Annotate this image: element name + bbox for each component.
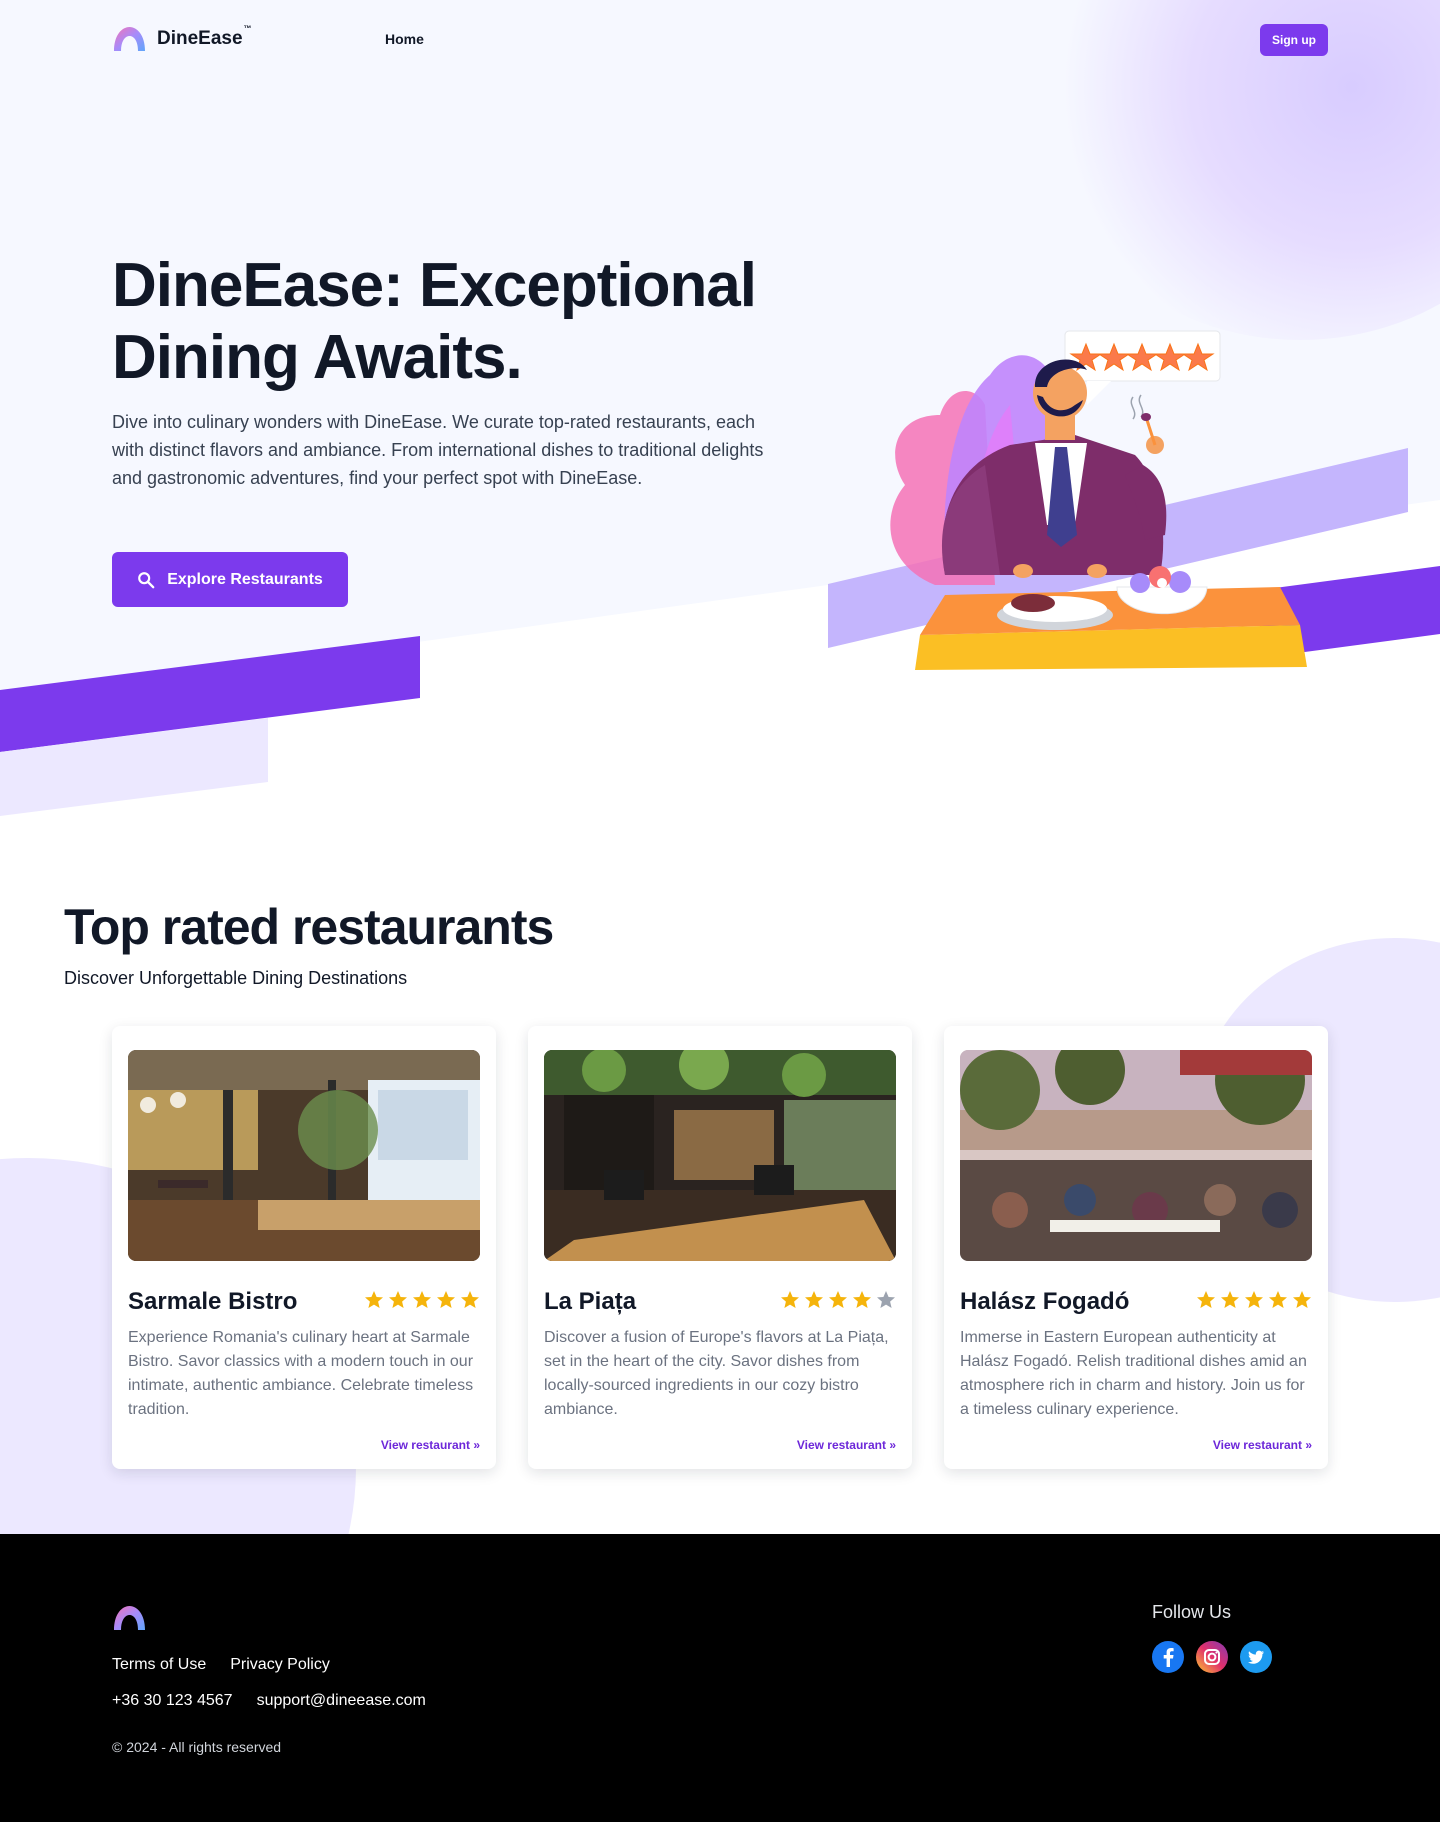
- instagram-icon[interactable]: [1196, 1641, 1228, 1673]
- top-nav: DineEase ™ Home Sign up: [0, 0, 1440, 80]
- support-email[interactable]: support@dineease.com: [257, 1692, 426, 1710]
- restaurant-description: Experience Romania's culinary heart at S…: [128, 1329, 474, 1418]
- view-restaurant-link[interactable]: View restaurant »: [1213, 1438, 1312, 1452]
- view-restaurant-link[interactable]: View restaurant »: [797, 1438, 896, 1452]
- restaurant-description: Discover a fusion of Europe's flavors at…: [544, 1329, 889, 1418]
- footer: Terms of Use Privacy Policy +36 30 123 4…: [0, 1534, 1440, 1822]
- diner-illustration: [890, 330, 1307, 670]
- star-icon: [389, 1291, 407, 1308]
- restaurant-card[interactable]: Halász Fogadó Immerse in Eastern Europea…: [944, 1026, 1328, 1469]
- view-restaurant-link[interactable]: View restaurant »: [381, 1438, 480, 1452]
- star-icon: [1221, 1291, 1239, 1308]
- follow-us-heading: Follow Us: [1152, 1602, 1232, 1622]
- star-rating: [1196, 1290, 1312, 1310]
- twitter-icon[interactable]: [1240, 1641, 1272, 1673]
- phone-number[interactable]: +36 30 123 4567: [112, 1692, 233, 1710]
- star-icon: [853, 1291, 871, 1308]
- explore-restaurants-button[interactable]: Explore Restaurants: [112, 552, 348, 607]
- facebook-icon[interactable]: [1152, 1641, 1184, 1673]
- star-icon: [1245, 1291, 1263, 1308]
- restaurant-name[interactable]: Sarmale Bistro: [128, 1288, 297, 1316]
- terms-link[interactable]: Terms of Use: [112, 1656, 206, 1674]
- star-icon: [1197, 1291, 1215, 1308]
- search-icon: [138, 571, 155, 588]
- star-icon: [877, 1291, 895, 1308]
- brand-name: DineEase ™: [157, 24, 252, 49]
- restaurant-name[interactable]: Halász Fogadó: [960, 1288, 1129, 1316]
- star-icon: [781, 1291, 799, 1308]
- star-icon: [829, 1291, 847, 1308]
- privacy-link[interactable]: Privacy Policy: [230, 1656, 330, 1674]
- restaurant-photo[interactable]: [128, 1050, 480, 1261]
- restaurant-description: Immerse in Eastern European authenticity…: [960, 1329, 1307, 1418]
- nav-home-link[interactable]: Home: [385, 31, 424, 47]
- restaurant-card[interactable]: La Piața Discover a fusion of Europe's f…: [528, 1026, 912, 1469]
- section-title: Top rated restaurants: [64, 899, 554, 955]
- star-icon: [365, 1291, 383, 1308]
- star-icon: [461, 1291, 479, 1308]
- brand-logo[interactable]: DineEase ™: [112, 24, 252, 53]
- section-subtitle: Discover Unforgettable Dining Destinatio…: [64, 968, 408, 988]
- restaurant-photo[interactable]: [960, 1050, 1312, 1261]
- explore-button-label: Explore Restaurants: [167, 570, 323, 588]
- star-rating: [364, 1290, 480, 1310]
- hero-title: DineEase: Exceptional Dining Awaits.: [112, 251, 757, 392]
- footer-links: Terms of Use Privacy Policy: [112, 1656, 330, 1674]
- restaurant-cards: Sarmale Bistro Experience Romania's culi…: [112, 1026, 1328, 1469]
- restaurant-name[interactable]: La Piața: [544, 1288, 636, 1316]
- restaurant-photo[interactable]: [544, 1050, 896, 1261]
- logo-icon: [114, 27, 145, 51]
- star-icon: [1293, 1291, 1311, 1308]
- footer-contact: +36 30 123 4567 support@dineease.com: [112, 1692, 426, 1710]
- star-icon: [437, 1291, 455, 1308]
- social-links: [1152, 1641, 1272, 1673]
- star-icon: [805, 1291, 823, 1308]
- hero-description: Dive into culinary wonders with DineEase…: [112, 412, 764, 488]
- copyright: © 2024 - All rights reserved: [112, 1739, 282, 1755]
- star-icon: [413, 1291, 431, 1308]
- logo-icon[interactable]: [112, 1604, 147, 1632]
- restaurant-card[interactable]: Sarmale Bistro Experience Romania's culi…: [112, 1026, 496, 1469]
- hero-section: DineEase ™ Home Sign up DineEase: Excepti…: [0, 0, 1440, 820]
- signup-button[interactable]: Sign up: [1260, 24, 1328, 56]
- star-rating: [780, 1290, 896, 1310]
- star-icon: [1269, 1291, 1287, 1308]
